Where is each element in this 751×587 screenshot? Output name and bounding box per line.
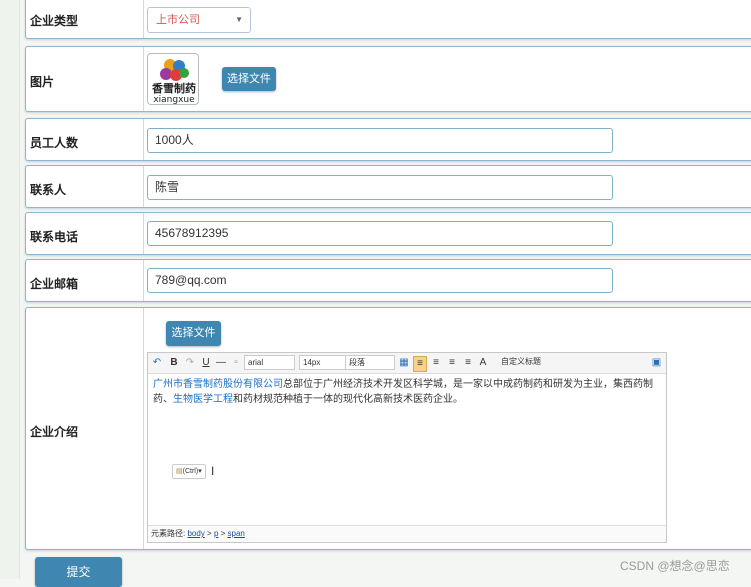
employees-input[interactable]: 1000人 <box>147 128 613 153</box>
bold-button[interactable]: B <box>169 356 179 370</box>
company-type-row: 企业类型 上市公司 ▼ <box>25 0 751 39</box>
intro-label: 企业介绍 <box>30 425 79 439</box>
align-left-icon[interactable]: ≡ <box>413 356 427 372</box>
contact-input[interactable]: 陈雪 <box>147 175 613 200</box>
employees-row: 员工人数 1000人 <box>25 118 751 161</box>
divider <box>143 119 144 160</box>
align-center-icon[interactable]: ≡ <box>431 356 441 370</box>
undo-icon[interactable]: ↶ <box>152 356 162 370</box>
font-family-select[interactable]: arial <box>244 355 295 370</box>
content-link-company[interactable]: 广州市香雪制药股份有限公司 <box>153 379 283 390</box>
email-label: 企业邮箱 <box>30 277 79 291</box>
logo-subtext: xiangxue <box>153 95 195 105</box>
clear-format-icon[interactable]: ▫ <box>231 356 241 370</box>
email-input[interactable]: 789@qq.com <box>147 268 613 293</box>
intro-choose-file-button[interactable]: 选择文件 <box>166 321 221 346</box>
fullscreen-icon[interactable]: ▣ <box>651 356 662 370</box>
company-type-value: 上市公司 <box>156 14 200 26</box>
divider <box>143 260 144 301</box>
left-rail <box>0 0 20 579</box>
divider <box>143 47 144 111</box>
paste-badge-label: (Ctrl) <box>182 468 199 475</box>
path-p-link[interactable]: p <box>214 529 218 538</box>
path-span-link[interactable]: span <box>228 529 245 538</box>
watermark: CSDN @想念@思恋 <box>620 559 730 573</box>
custom-heading-select[interactable]: 自定义标题 <box>498 355 547 370</box>
email-row: 企业邮箱 789@qq.com <box>25 259 751 302</box>
logo-graphic: 香雪制药 xiangxue <box>151 59 196 105</box>
contact-label: 联系人 <box>30 183 67 197</box>
horizontal-rule-icon[interactable]: — <box>216 356 226 370</box>
divider <box>143 308 144 549</box>
table-icon[interactable]: ▦ <box>399 356 409 370</box>
element-path-label: 元素路径: <box>151 529 186 538</box>
content-link-biomed[interactable]: 生物医学工程 <box>173 394 233 405</box>
align-right-icon[interactable]: ≡ <box>447 356 457 370</box>
divider <box>143 213 144 254</box>
logo-text: 香雪制药 <box>151 81 196 95</box>
phone-label: 联系电话 <box>30 230 79 244</box>
editor-toolbar: ↶ B ↷ U — ▫ arial 14px 段落 ▦ ≡ ≡ ≡ ≡ A 自定… <box>148 353 666 374</box>
clipboard-icon: ▤ <box>176 468 183 475</box>
paragraph-value: 段落 <box>349 358 365 367</box>
rich-text-editor[interactable]: ↶ B ↷ U — ▫ arial 14px 段落 ▦ ≡ ≡ ≡ ≡ A 自定… <box>147 352 667 543</box>
font-size-value: 14px <box>303 358 321 367</box>
contact-row: 联系人 陈雪 <box>25 165 751 208</box>
chevron-down-icon: ▼ <box>235 15 243 24</box>
content-text-end: 和药材规范种植于一体的现代化高新技术医药企业。 <box>233 394 463 405</box>
submit-button[interactable]: 提交 <box>35 557 122 587</box>
picture-row: 图片 香雪制药 xiangxue 选择文件 <box>25 46 751 112</box>
choose-file-button[interactable]: 选择文件 <box>222 67 276 91</box>
align-justify-icon[interactable]: ≡ <box>463 356 473 370</box>
company-logo-image: 香雪制药 xiangxue <box>147 53 199 105</box>
font-size-select[interactable]: 14px <box>299 355 346 370</box>
underline-button[interactable]: U <box>201 356 211 370</box>
path-body-link[interactable]: body <box>187 529 204 538</box>
divider <box>143 0 144 38</box>
chevron-down-icon: ▾ <box>198 468 202 475</box>
divider <box>143 166 144 207</box>
intro-row: 企业介绍 选择文件 ↶ B ↷ U — ▫ arial 14px 段落 ▦ ≡ … <box>25 307 751 550</box>
employees-label: 员工人数 <box>30 136 79 150</box>
phone-input[interactable]: 45678912395 <box>147 221 613 246</box>
company-type-select[interactable]: 上市公司 ▼ <box>147 7 251 33</box>
text-cursor-icon: I <box>211 464 215 478</box>
paste-options-badge[interactable]: ▤(Ctrl)▾ <box>172 464 206 479</box>
paragraph-select[interactable]: 段落 <box>345 355 395 370</box>
custom-heading-value: 自定义标题 <box>501 357 541 366</box>
element-path-bar: 元素路径: body > p > span <box>148 525 666 542</box>
company-type-label: 企业类型 <box>30 14 79 28</box>
font-family-value: arial <box>248 358 264 367</box>
font-color-button[interactable]: A <box>478 356 488 370</box>
phone-row: 联系电话 45678912395 <box>25 212 751 255</box>
editor-content[interactable]: 广州市香雪制药股份有限公司总部位于广州经济技术开发区科学城，是一家以中成药制药和… <box>153 377 665 407</box>
picture-label: 图片 <box>30 75 55 89</box>
redo-icon[interactable]: ↷ <box>185 356 195 370</box>
